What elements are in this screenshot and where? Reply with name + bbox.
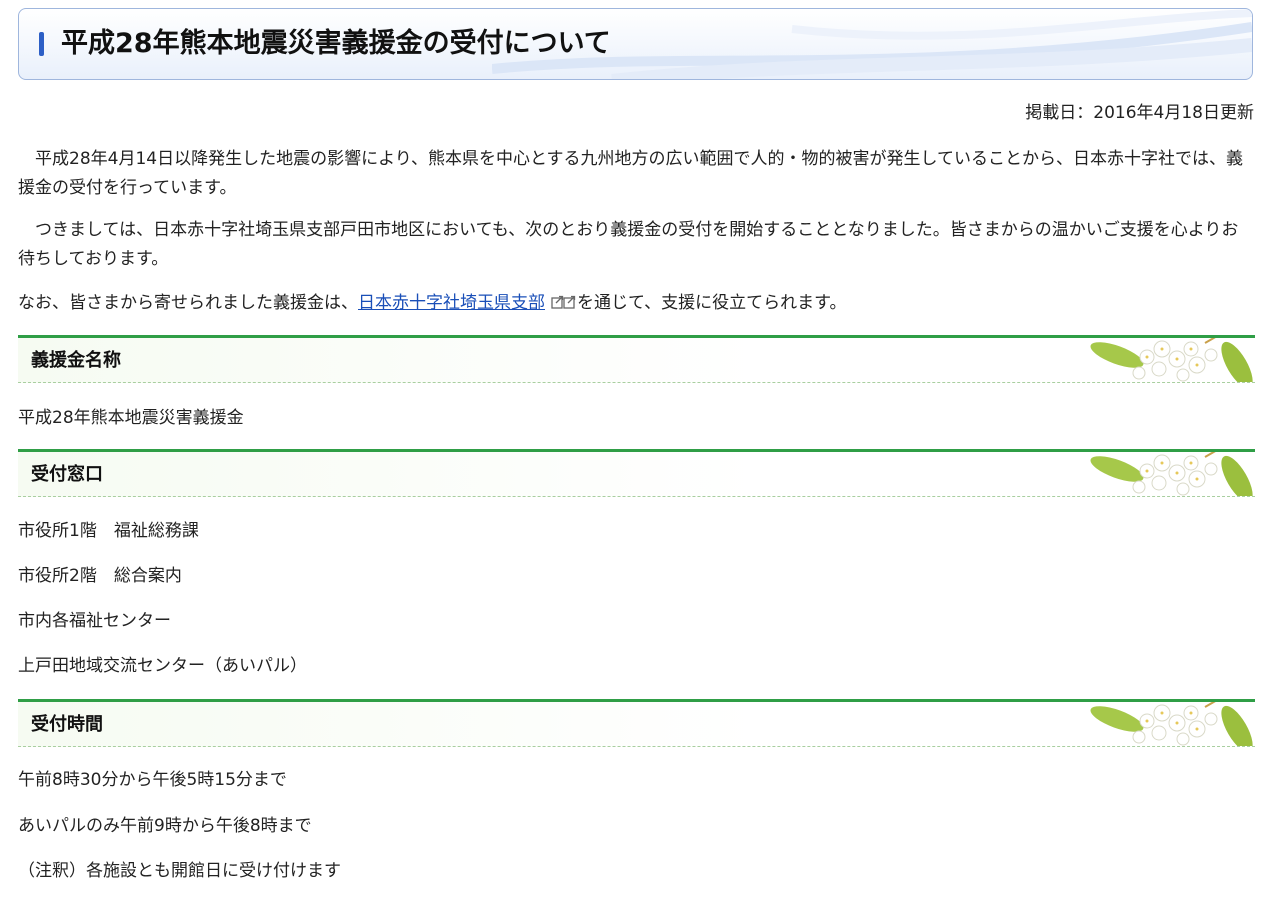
posted-date: 掲載日：2016年4月18日更新 — [1025, 103, 1254, 123]
section-title: 受付窓口 — [31, 464, 103, 485]
page-title-box: 平成28年熊本地震災害義援金の受付について — [18, 8, 1253, 80]
reception-place-1: 市役所1階 福祉総務課 — [18, 521, 199, 541]
external-link-icon — [551, 295, 576, 309]
reception-hours-1: 午前8時30分から午後5時15分まで — [18, 770, 287, 790]
flower-decoration-icon — [1090, 702, 1253, 746]
section-heading-donation-name: 義援金名称 — [18, 335, 1255, 383]
section-heading-reception-hours: 受付時間 — [18, 699, 1255, 747]
intro-paragraph-2: つきましては、日本赤十字社埼玉県支部戸田市地区においても、次のとおり義援金の受付… — [18, 220, 1239, 269]
page-title: 平成28年熊本地震災害義援金の受付について — [61, 28, 611, 59]
section-title: 受付時間 — [31, 714, 103, 735]
section-title: 義援金名称 — [31, 350, 121, 371]
title-accent-bar — [39, 32, 44, 56]
flower-decoration-icon — [1090, 338, 1253, 382]
page: 平成28年熊本地震災害義援金の受付について 掲載日：2016年4月18日更新 平… — [0, 0, 1280, 898]
reception-hours-2: あいパルのみ午前9時から午後8時まで — [18, 816, 312, 836]
section-heading-reception-desk: 受付窓口 — [18, 449, 1255, 497]
flower-decoration-icon — [1090, 452, 1253, 496]
donation-name-text: 平成28年熊本地震災害義援金 — [18, 408, 244, 428]
red-cross-saitama-link[interactable]: 日本赤十字社埼玉県支部 — [358, 293, 545, 313]
intro-3-prefix: なお、皆さまから寄せられました義援金は、 — [18, 293, 358, 313]
intro-paragraph-1: 平成28年4月14日以降発生した地震の影響により、熊本県を中心とする九州地方の広… — [18, 149, 1244, 198]
reception-place-2: 市役所2階 総合案内 — [18, 566, 182, 586]
intro-paragraph-3: なお、皆さまから寄せられました義援金は、日本赤十字社埼玉県支部 を通じて、支援に… — [18, 289, 1254, 318]
reception-place-3: 市内各福祉センター — [18, 611, 171, 631]
reception-hours-note: （注釈）各施設とも開館日に受け付けます — [18, 861, 341, 881]
reception-place-4: 上戸田地域交流センター（あいパル） — [18, 656, 307, 676]
intro-3-suffix: を通じて、支援に役立てられます。 — [577, 293, 847, 313]
